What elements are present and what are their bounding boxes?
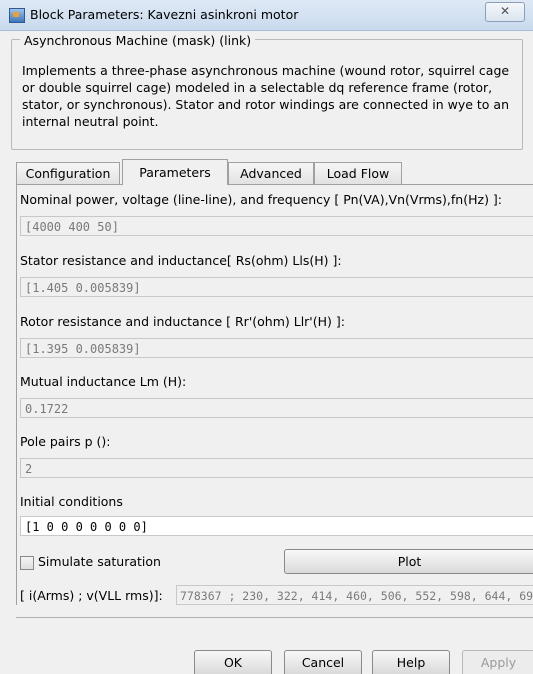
ok-button[interactable]: OK [194,650,272,674]
plot-button[interactable]: Plot [284,549,533,574]
simulate-saturation-label: Simulate saturation [38,554,161,569]
cancel-button[interactable]: Cancel [284,650,362,674]
tab-parameters[interactable]: Parameters [122,159,228,185]
close-button[interactable]: ✕ [485,2,525,22]
stator-label: Stator resistance and inductance[ Rs(ohm… [20,253,342,268]
saturation-matrix-label: [ i(Arms) ; v(VLL rms)]: [20,588,163,603]
simulate-saturation-checkbox[interactable] [20,556,34,570]
tab-configuration[interactable]: Configuration [16,162,120,184]
pole-pairs-label: Pole pairs p (): [20,434,111,449]
tab-advanced[interactable]: Advanced [228,162,314,184]
parameters-panel [16,184,533,605]
nominal-power-label: Nominal power, voltage (line-line), and … [20,192,503,207]
help-button[interactable]: Help [372,650,450,674]
rotor-field[interactable]: [1.395 0.005839] [20,338,533,358]
initial-conditions-label: Initial conditions [20,494,123,509]
title-bar: Block Parameters: Kavezni asinkroni moto… [0,0,533,31]
pole-pairs-field[interactable]: 2 [20,458,533,478]
mutual-inductance-label: Mutual inductance Lm (H): [20,374,187,389]
initial-conditions-field[interactable]: [1 0 0 0 0 0 0 0] [20,516,533,536]
saturation-matrix-field[interactable]: 778367 ; 230, 322, 414, 460, 506, 552, 5… [176,585,533,605]
simulink-block-icon [9,8,25,23]
rotor-label: Rotor resistance and inductance [ Rr'(oh… [20,314,345,329]
nominal-power-field[interactable]: [4000 400 50] [20,216,533,236]
tab-load-flow[interactable]: Load Flow [314,162,402,184]
block-description: Implements a three-phase asynchronous ma… [22,63,510,129]
mutual-inductance-field[interactable]: 0.1722 [20,398,533,418]
bottom-separator [16,617,533,618]
stator-field[interactable]: [1.405 0.005839] [20,277,533,297]
window-title: Block Parameters: Kavezni asinkroni moto… [30,7,299,22]
group-title: Asynchronous Machine (mask) (link) [20,33,256,48]
apply-button[interactable]: Apply [462,650,533,674]
